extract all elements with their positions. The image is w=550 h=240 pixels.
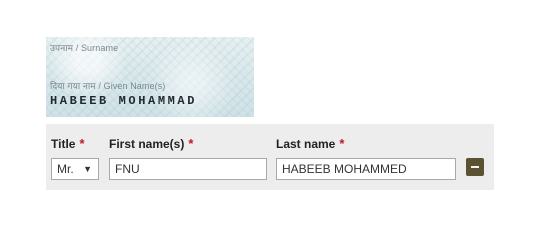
first-name-label: First name(s) * (109, 136, 193, 151)
chevron-down-icon: ▼ (83, 164, 92, 174)
name-form-row: Title * First name(s) * Last name * Mr. ▼ (46, 124, 494, 190)
page: उपनाम / Surname दिया गया नाम / Given Nam… (0, 0, 550, 230)
required-marker: * (188, 136, 194, 151)
id-document-image: उपनाम / Surname दिया गया नाम / Given Nam… (46, 37, 254, 117)
last-name-label: Last name * (276, 136, 344, 151)
required-marker: * (79, 136, 85, 151)
first-name-input[interactable] (109, 158, 267, 180)
last-name-input[interactable] (276, 158, 456, 180)
title-label: Title * (51, 136, 85, 151)
minus-icon (471, 166, 479, 168)
given-name-label: दिया गया नाम / Given Name(s) (50, 81, 166, 91)
title-select-value: Mr. (57, 162, 74, 176)
remove-row-button[interactable] (466, 158, 484, 176)
title-label-text: Title (51, 137, 76, 151)
last-name-label-text: Last name (276, 137, 336, 151)
first-name-label-text: First name(s) (109, 137, 185, 151)
given-name-value: HABEEB MOHAMMAD (50, 94, 198, 108)
required-marker: * (339, 136, 345, 151)
surname-label: उपनाम / Surname (50, 43, 119, 53)
title-select[interactable]: Mr. ▼ (51, 158, 99, 180)
